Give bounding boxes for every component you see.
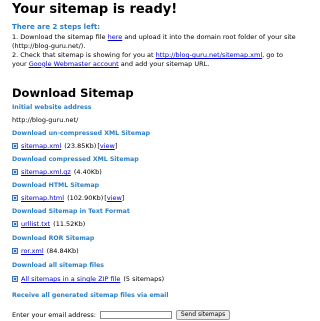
email-label: Enter your email address: xyxy=(12,310,96,319)
google-webmaster-link[interactable]: Google Webmaster account xyxy=(29,60,119,68)
download-sitemap-title: Download Sitemap xyxy=(12,86,134,100)
section-label-ror: Download ROR Sitemap xyxy=(12,235,95,242)
step-1: 1. Download the sitemap file here and up… xyxy=(12,33,296,50)
file-row-zip: All sitemaps in a single ZIP file (5 sit… xyxy=(12,275,164,283)
bracket-close: ] xyxy=(121,194,125,202)
sitemap-html-view-link[interactable]: view xyxy=(107,194,122,202)
file-icon xyxy=(12,248,18,254)
email-field[interactable] xyxy=(99,310,172,319)
file-row-urllist: urllist.txt (11.52Kb) xyxy=(12,220,85,228)
step-2: 2. Check that sitemap is showing for you… xyxy=(12,51,296,68)
step-1-download-link[interactable]: here xyxy=(108,33,123,41)
initial-address-value: http://blog-guru.net/ xyxy=(12,116,79,124)
sitemap-url-link[interactable]: http://blog-guru.net/sitemap.xml xyxy=(156,51,263,59)
sitemap-xml-view-link[interactable]: view xyxy=(100,142,115,150)
file-row-sitemap-xml: sitemap.xml (23.85Kb) [view] xyxy=(12,142,117,150)
section-label-html-sitemap: Download HTML Sitemap xyxy=(12,182,100,189)
sitemap-xml-gz-size: (4.40Kb) xyxy=(73,168,102,176)
section-label-uncompressed-xml: Download un-compressed XML Sitemap xyxy=(12,130,151,137)
urllist-link[interactable]: urllist.txt xyxy=(21,220,50,228)
send-sitemaps-button[interactable]: Send sitemaps xyxy=(175,309,231,320)
file-icon xyxy=(12,169,18,175)
ror-size: (84.84Kb) xyxy=(46,247,79,255)
section-label-all-files: Download all sitemap files xyxy=(12,262,104,269)
sitemap-xml-size: (23.85Kb) xyxy=(64,142,97,150)
sitemap-html-link[interactable]: sitemap.html xyxy=(21,194,64,202)
sitemap-xml-gz-link[interactable]: sitemap.xml.gz xyxy=(21,168,71,176)
section-label-compressed-xml: Download compressed XML Sitemap xyxy=(12,156,139,163)
urllist-size: (11.52Kb) xyxy=(53,220,86,228)
page: Your sitemap is ready! There are 2 steps… xyxy=(0,0,300,321)
file-row-sitemap-xml-gz: sitemap.xml.gz (4.40Kb) xyxy=(12,168,102,176)
steps-intro: There are 2 steps left: xyxy=(12,23,101,31)
file-icon xyxy=(12,195,18,201)
ror-link[interactable]: ror.xml xyxy=(21,247,44,255)
email-section-label: Receive all generated sitemap files via … xyxy=(12,292,169,299)
hero-title: Your sitemap is ready! xyxy=(12,2,178,17)
hero: Your sitemap is ready! xyxy=(12,0,300,17)
file-row-ror: ror.xml (84.84Kb) xyxy=(12,247,79,255)
zip-link[interactable]: All sitemaps in a single ZIP file xyxy=(21,275,120,283)
bracket-close: ] xyxy=(114,142,118,150)
file-icon xyxy=(12,221,18,227)
step-2-text-pre: 2. Check that sitemap is showing for you… xyxy=(12,51,156,59)
file-icon xyxy=(12,276,18,282)
initial-address-label: Initial website address xyxy=(12,104,92,111)
sitemap-xml-link[interactable]: sitemap.xml xyxy=(21,142,61,150)
step-1-text-pre: 1. Download the sitemap file xyxy=(12,33,108,41)
sitemap-html-size: (102.90Kb) xyxy=(67,194,104,202)
file-row-sitemap-html: sitemap.html (102.90Kb) [view] xyxy=(12,194,124,202)
section-label-text-format: Download Sitemap in Text Format xyxy=(12,208,130,215)
zip-size: (5 sitemaps) xyxy=(123,275,165,283)
email-row: Enter your email address: Send sitemaps xyxy=(0,308,300,321)
step-2-text-post: and add your sitemap URL. xyxy=(118,59,210,68)
file-icon xyxy=(12,143,18,149)
